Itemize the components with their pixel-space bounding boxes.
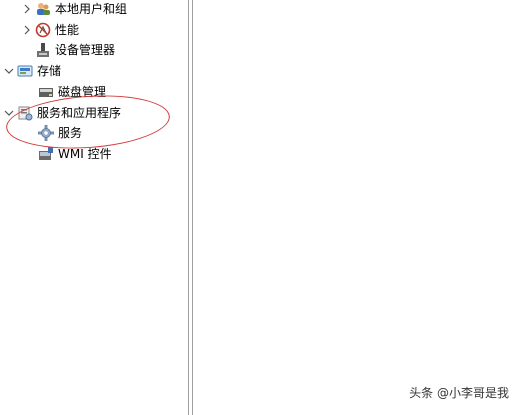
device-manager-icon bbox=[35, 42, 51, 58]
tree-item-services-and-applications[interactable]: 服务和应用程序 bbox=[4, 104, 121, 122]
watermark: 头条 @小李哥是我 bbox=[409, 386, 509, 400]
tree-item-label: 本地用户和组 bbox=[55, 2, 128, 16]
chevron-down-icon[interactable] bbox=[4, 106, 14, 120]
tree-item-label: 服务和应用程序 bbox=[37, 106, 122, 120]
tree-item-label: 服务 bbox=[58, 126, 83, 140]
tree-item-label: 磁盘管理 bbox=[58, 85, 107, 99]
chevron-down-icon[interactable] bbox=[4, 64, 14, 78]
chevron-right-icon[interactable] bbox=[22, 23, 32, 37]
tree-item-storage[interactable]: 存储 bbox=[4, 62, 61, 80]
tree-item-device-manager[interactable]: 设备管理器 bbox=[35, 41, 115, 59]
chevron-right-icon[interactable] bbox=[22, 2, 32, 16]
storage-icon bbox=[17, 63, 33, 79]
gear-icon bbox=[38, 125, 54, 141]
tree-item-wmi-control[interactable]: WMI 控件 bbox=[38, 145, 112, 163]
services-apps-icon bbox=[17, 105, 33, 121]
tree-item-label: WMI 控件 bbox=[58, 147, 112, 161]
performance-icon bbox=[35, 22, 51, 38]
disk-management-icon bbox=[38, 84, 54, 100]
details-pane bbox=[193, 0, 519, 415]
tree-item-performance[interactable]: 性能 bbox=[22, 21, 79, 39]
tree-item-services[interactable]: 服务 bbox=[38, 124, 82, 142]
computer-management-window: 本地用户和组 性能 设备管理器 存储 磁盘管理 服务和应用程序 服务 WMI 控… bbox=[0, 0, 519, 415]
users-icon bbox=[35, 1, 51, 17]
tree-item-label: 性能 bbox=[55, 23, 80, 37]
tree-item-label: 设备管理器 bbox=[55, 43, 116, 57]
wmi-control-icon bbox=[38, 146, 54, 162]
tree-item-local-users-groups[interactable]: 本地用户和组 bbox=[22, 0, 127, 18]
tree-item-label: 存储 bbox=[37, 64, 62, 78]
tree-item-disk-management[interactable]: 磁盘管理 bbox=[38, 83, 106, 101]
navigation-tree: 本地用户和组 性能 设备管理器 存储 磁盘管理 服务和应用程序 服务 WMI 控… bbox=[0, 0, 188, 415]
